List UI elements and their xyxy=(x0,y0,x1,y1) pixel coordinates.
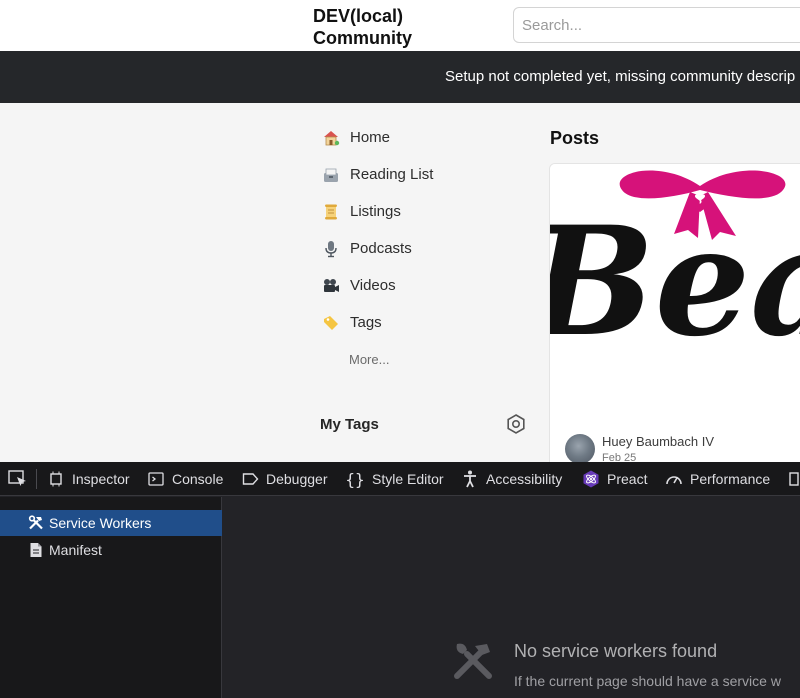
scroll-icon xyxy=(321,202,341,222)
application-sidebar: Service Workers Manifest xyxy=(0,497,222,698)
hammer-wrench-icon xyxy=(451,640,495,680)
microphone-icon xyxy=(321,239,341,259)
debugger-icon xyxy=(241,470,259,488)
sidebar-item-label: Service Workers xyxy=(49,515,152,531)
tab-label: Console xyxy=(172,471,224,487)
sidebar-item-reading-list[interactable]: Reading List xyxy=(313,156,543,193)
search-input[interactable] xyxy=(513,7,800,43)
tab-label: Inspector xyxy=(72,471,130,487)
sidebar-nav: Home Reading List Listings Podcasts Vide… xyxy=(313,119,543,341)
braces-icon: {} xyxy=(345,469,365,489)
tab-accessibility[interactable]: Accessibility xyxy=(461,462,563,495)
film-projector-icon xyxy=(321,276,341,296)
sidebar-item-label: Manifest xyxy=(49,542,102,558)
service-workers-panel: No service workers found If the current … xyxy=(223,497,800,698)
site-header: DEV(local) Community xyxy=(0,0,800,51)
setup-banner: Setup not completed yet, missing communi… xyxy=(0,51,800,103)
console-icon xyxy=(147,470,165,488)
sidebar-item-tags[interactable]: Tags xyxy=(313,304,543,341)
avatar[interactable] xyxy=(565,434,595,462)
post-cover-image[interactable]: Beau xyxy=(550,164,800,344)
posts-heading: Posts xyxy=(550,128,600,148)
sidebar-item-podcasts[interactable]: Podcasts xyxy=(313,230,543,267)
tab-label: Style Editor xyxy=(372,471,444,487)
accessibility-icon xyxy=(461,470,479,488)
tab-label: Debugger xyxy=(266,471,328,487)
sidebar-item-label: Videos xyxy=(350,277,396,294)
site-logo[interactable]: DEV(local) Community xyxy=(313,5,443,49)
card-file-box-icon xyxy=(321,165,341,185)
sidebar-item-videos[interactable]: Videos xyxy=(313,267,543,304)
tab-debugger[interactable]: Debugger xyxy=(241,462,328,495)
cover-lettering: Beau xyxy=(550,194,800,344)
setup-banner-text[interactable]: Setup not completed yet, missing communi… xyxy=(445,68,795,85)
sidebar-item-home[interactable]: Home xyxy=(313,119,543,156)
sidebar-item-service-workers[interactable]: Service Workers xyxy=(0,510,222,536)
house-icon xyxy=(321,128,341,148)
document-icon xyxy=(28,542,44,558)
main-page: Home Reading List Listings Podcasts Vide… xyxy=(0,103,800,462)
sidebar-item-manifest[interactable]: Manifest xyxy=(0,537,222,563)
sidebar-item-label: Reading List xyxy=(350,166,434,183)
sidebar-item-label: Tags xyxy=(350,314,382,331)
gear-icon[interactable] xyxy=(505,413,527,435)
empty-state-subtitle: If the current page should have a servic… xyxy=(514,673,781,689)
tab-label: Preact xyxy=(607,471,648,487)
post-date: Feb 25 xyxy=(602,452,637,462)
tab-label: Accessibility xyxy=(486,471,563,487)
sidebar-item-label: Podcasts xyxy=(350,240,412,257)
sidebar-item-label: Home xyxy=(350,129,391,146)
tab-preact[interactable]: Preact xyxy=(582,462,648,495)
tab-console[interactable]: Console xyxy=(147,462,224,495)
performance-icon xyxy=(665,470,683,488)
label-tag-icon xyxy=(321,313,341,333)
post-card[interactable]: Beau Huey Baumbach IV Feb 25 xyxy=(549,163,800,462)
post-author[interactable]: Huey Baumbach IV xyxy=(602,434,714,449)
tab-overflow-icon[interactable] xyxy=(786,462,800,495)
more-link[interactable]: More... xyxy=(349,352,389,367)
inspector-icon xyxy=(47,470,65,488)
preact-icon xyxy=(582,470,600,488)
devtools-toolbar: Inspector Console Debugger {} Style Edit… xyxy=(0,462,800,496)
empty-state-title: No service workers found xyxy=(514,641,718,661)
tab-style-editor[interactable]: {} Style Editor xyxy=(345,462,444,495)
tab-inspector[interactable]: Inspector xyxy=(47,462,130,495)
tab-performance[interactable]: Performance xyxy=(665,462,771,495)
tab-label: Performance xyxy=(690,471,771,487)
devtools-panel: Inspector Console Debugger {} Style Edit… xyxy=(0,462,800,698)
sidebar-item-listings[interactable]: Listings xyxy=(313,193,543,230)
element-picker-icon[interactable] xyxy=(8,470,28,488)
hammer-wrench-icon xyxy=(28,515,44,531)
sidebar-item-label: Listings xyxy=(350,203,401,220)
my-tags-heading: My Tags xyxy=(320,416,379,433)
toolbar-divider xyxy=(36,469,37,489)
